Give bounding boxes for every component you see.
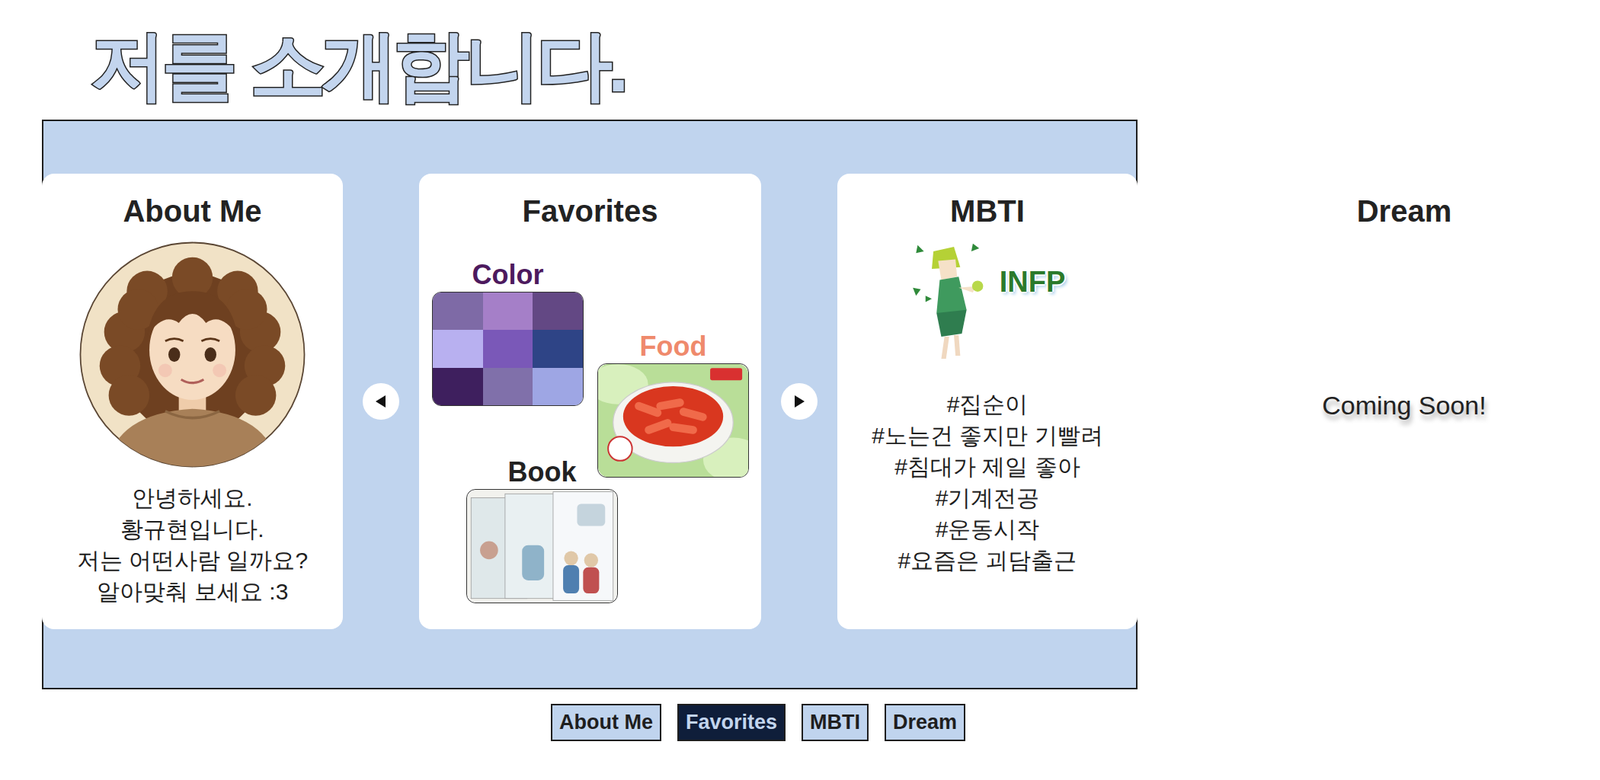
card-heading: About Me	[122, 192, 262, 230]
favorite-item: Color	[432, 260, 584, 407]
favorites-grid: Color Food Book	[419, 260, 762, 604]
favorite-label: Food	[640, 332, 708, 362]
mbti-character-icon	[909, 240, 997, 368]
color-swatch	[483, 292, 534, 330]
dream-card: Dream Coming Soon!	[1213, 173, 1595, 630]
card-heading: Favorites	[522, 192, 659, 230]
card-heading: MBTI	[950, 192, 1025, 230]
avatar-image	[79, 241, 306, 468]
page: 저를 소개합니다. About Me 안녕하세요.황규현입니다.저는 어떤사람 일까…	[0, 0, 1600, 757]
prev-button[interactable]	[362, 383, 400, 420]
hashtag: #기계전공	[935, 482, 1040, 514]
hashtag-list: #집순이#노는건 좋지만 기빨려#침대가 제일 좋아#기계전공#운동시작#요즘은…	[871, 388, 1103, 576]
favorite-label: Color	[472, 260, 544, 290]
hashtag: #요즘은 괴담출근	[897, 544, 1077, 576]
nav-button[interactable]: Favorites	[677, 704, 786, 742]
arrow-slot	[342, 173, 420, 630]
card-spacer	[1137, 173, 1214, 630]
nav-button[interactable]: About Me	[550, 704, 662, 742]
mbti-badge: INFP	[999, 265, 1066, 298]
hashtag: #노는건 좋지만 기빨려	[871, 419, 1103, 452]
color-swatch	[532, 292, 583, 330]
intro-line: 저는 어떤사람 일까요?	[76, 544, 308, 576]
triangle-right-icon	[790, 393, 808, 410]
food-image	[597, 363, 749, 478]
color-swatch	[483, 329, 534, 368]
favorite-item: Food	[597, 332, 749, 478]
color-swatches	[432, 291, 584, 407]
nav-button[interactable]: Dream	[884, 704, 966, 742]
nav-button[interactable]: MBTI	[801, 704, 869, 742]
favorite-label: Book	[508, 457, 577, 487]
coming-soon-text: Coming Soon!	[1321, 390, 1486, 421]
favorite-item: Book	[466, 457, 618, 604]
color-swatch	[532, 368, 583, 406]
card-heading: Dream	[1356, 192, 1453, 230]
color-swatch	[432, 292, 484, 330]
book-image	[466, 489, 618, 604]
triangle-left-icon	[372, 393, 390, 410]
intro-line: 황규현입니다.	[120, 513, 264, 545]
next-button[interactable]	[780, 383, 818, 420]
hashtag: #운동시작	[935, 513, 1040, 545]
hashtag: #침대가 제일 좋아	[894, 451, 1080, 483]
arrow-slot	[761, 173, 838, 630]
intro-text: 안녕하세요.황규현입니다.저는 어떤사람 일까요?알아맞춰 보세요 :3	[76, 482, 308, 608]
carousel-track[interactable]: About Me 안녕하세요.황규현입니다.저는 어떤사람 일까요?알아맞춰 보세…	[41, 173, 1138, 630]
carousel-nav: About Me Favorites MBTI Dream	[550, 704, 1600, 742]
mbti-illustration: INFP	[909, 240, 1066, 368]
intro-line: 알아맞춰 보세요 :3	[96, 576, 289, 608]
mbti-card: MBTIINFP#집순이#노는건 좋지만 기빨려#침대가 제일 좋아#기계전공#…	[837, 173, 1138, 630]
intro-line: 안녕하세요.	[131, 482, 253, 514]
color-swatch	[483, 368, 534, 406]
favorites-card: Favorites Color Food Book	[419, 173, 762, 630]
carousel: About Me 안녕하세요.황규현입니다.저는 어떤사람 일까요?알아맞춰 보세…	[41, 119, 1138, 690]
color-swatch	[432, 368, 484, 406]
hashtag: #집순이	[947, 388, 1029, 420]
color-swatch	[432, 329, 484, 368]
about-card: About Me 안녕하세요.황규현입니다.저는 어떤사람 일까요?알아맞춰 보세…	[41, 173, 343, 630]
page-title: 저를 소개합니다.	[0, 22, 1600, 107]
color-swatch	[532, 329, 583, 368]
